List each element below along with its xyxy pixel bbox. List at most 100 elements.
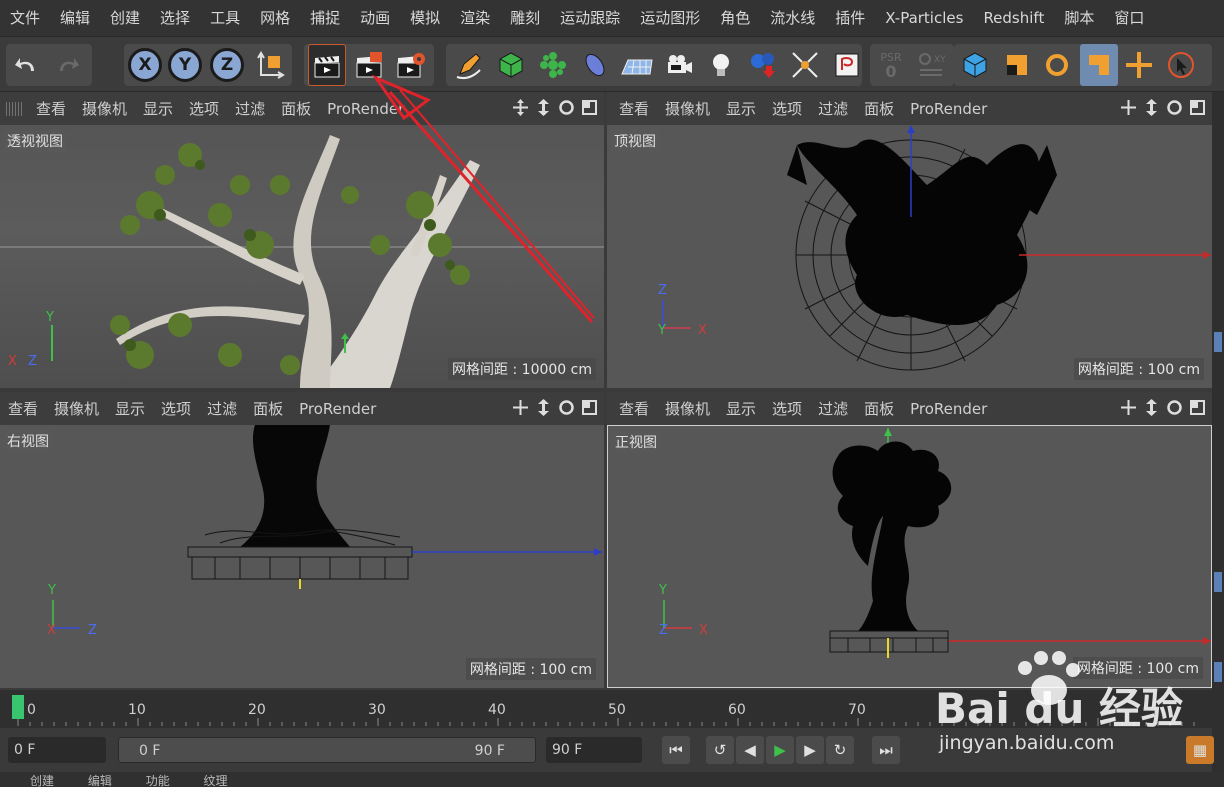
viewport-menu-filter[interactable]: 过滤 <box>810 98 856 119</box>
maximize-view-icon[interactable] <box>581 399 598 416</box>
viewport-front[interactable]: 查看 摄像机 显示 选项 过滤 面板 ProRender 正视图 Y Z X 网… <box>607 392 1212 688</box>
coordinate-lock-button[interactable]: XY <box>912 44 950 86</box>
live-selection-button[interactable] <box>1080 44 1118 86</box>
menu-file[interactable]: 文件 <box>0 0 50 36</box>
move-tool-button[interactable] <box>1120 44 1158 86</box>
maximize-view-icon[interactable] <box>581 99 598 116</box>
select-tool-button[interactable] <box>1162 44 1200 86</box>
play-button[interactable]: ▶ <box>766 736 794 764</box>
menu-plugins[interactable]: 插件 <box>825 0 875 36</box>
viewport-menu-display[interactable]: 显示 <box>107 398 153 419</box>
film-strip-button[interactable]: ▦ <box>1186 736 1214 764</box>
frame-range-slider[interactable]: 0 F 90 F <box>118 737 536 763</box>
viewport-menu-options[interactable]: 选项 <box>153 398 199 419</box>
lock-z-axis-button[interactable]: Z <box>210 48 244 82</box>
viewport-menu-display[interactable]: 显示 <box>718 398 764 419</box>
front-canvas[interactable]: 正视图 Y Z X 网格间距 : 100 cm <box>607 425 1212 688</box>
previous-frame-button[interactable]: ◀ <box>736 736 764 764</box>
menu-window[interactable]: 窗口 <box>1104 0 1154 36</box>
viewport-menu-panel[interactable]: 面板 <box>245 398 291 419</box>
right-canvas[interactable]: 右视图 Y X Z 网格间距 : 100 cm <box>0 425 604 688</box>
menu-redshift[interactable]: Redshift <box>973 0 1054 36</box>
menu-snap[interactable]: 捕捉 <box>300 0 350 36</box>
undo-button[interactable] <box>8 44 46 86</box>
material-button[interactable] <box>744 44 782 86</box>
bottom-tab-edit[interactable]: 编辑 <box>88 774 112 787</box>
menu-animate[interactable]: 动画 <box>350 0 400 36</box>
viewport-menu-prorender[interactable]: ProRender <box>902 100 995 118</box>
floor-button[interactable] <box>618 44 656 86</box>
move-view-icon[interactable] <box>1120 99 1137 116</box>
move-view-icon[interactable] <box>512 99 529 116</box>
rotate-view-icon[interactable] <box>558 99 575 116</box>
menu-render[interactable]: 渲染 <box>450 0 500 36</box>
rotate-tool-button[interactable] <box>1038 44 1076 86</box>
render-view-button[interactable] <box>308 44 346 86</box>
viewport-menu-options[interactable]: 选项 <box>764 398 810 419</box>
coordinate-system-button[interactable] <box>252 44 290 86</box>
menu-x-particles[interactable]: X-Particles <box>875 0 973 36</box>
render-to-picture-viewer-button[interactable] <box>350 44 388 86</box>
viewport-menu-panel[interactable]: 面板 <box>273 98 319 119</box>
top-canvas[interactable]: 顶视图 Z Y X 网格间距 : 100 cm <box>607 125 1212 388</box>
zoom-view-icon[interactable] <box>535 399 552 416</box>
bottom-tab-texture[interactable]: 纹理 <box>204 774 228 787</box>
viewport-menu-display[interactable]: 显示 <box>135 98 181 119</box>
mograph-cloner-button[interactable] <box>534 44 572 86</box>
viewport-menu-prorender[interactable]: ProRender <box>319 100 412 118</box>
menu-tools[interactable]: 工具 <box>200 0 250 36</box>
redo-button[interactable] <box>48 44 86 86</box>
zoom-view-icon[interactable] <box>535 99 552 116</box>
viewport-menu-prorender[interactable]: ProRender <box>291 400 384 418</box>
light-button[interactable] <box>702 44 740 86</box>
viewport-menu-display[interactable]: 显示 <box>718 98 764 119</box>
viewport-menu-filter[interactable]: 过滤 <box>199 398 245 419</box>
psr-button[interactable]: PSR 0 <box>872 44 910 86</box>
maximize-view-icon[interactable] <box>1189 99 1206 116</box>
go-to-end-button[interactable]: ⏭ <box>872 736 900 764</box>
scale-tool-button[interactable] <box>998 44 1036 86</box>
timeline-ruler[interactable]: 0 10 20 30 40 50 60 70 <box>0 690 1212 728</box>
viewport-menu-options[interactable]: 选项 <box>764 98 810 119</box>
pen-tool-button[interactable] <box>450 44 488 86</box>
viewport-menu-panel[interactable]: 面板 <box>856 398 902 419</box>
viewport-right[interactable]: 查看 摄像机 显示 选项 过滤 面板 ProRender 右视图 Y X Z 网… <box>0 392 604 688</box>
lock-x-axis-button[interactable]: X <box>128 48 162 82</box>
viewport-top[interactable]: 查看 摄像机 显示 选项 过滤 面板 ProRender 顶视图 Z Y X 网… <box>607 92 1212 388</box>
cube-object-button[interactable] <box>492 44 530 86</box>
next-key-button[interactable]: ↻ <box>826 736 854 764</box>
menu-select[interactable]: 选择 <box>150 0 200 36</box>
camera-button[interactable] <box>660 44 698 86</box>
previous-key-button[interactable]: ↺ <box>706 736 734 764</box>
menu-motion-tracking[interactable]: 运动跟踪 <box>550 0 630 36</box>
maximize-view-icon[interactable] <box>1189 399 1206 416</box>
menu-sculpt[interactable]: 雕刻 <box>500 0 550 36</box>
viewport-menu-camera[interactable]: 摄像机 <box>657 98 718 119</box>
model-mode-button[interactable] <box>956 44 994 86</box>
current-frame-field[interactable]: 0 F <box>8 737 106 763</box>
render-settings-button[interactable] <box>392 44 430 86</box>
playhead-marker[interactable] <box>12 695 24 719</box>
viewport-menu-filter[interactable]: 过滤 <box>810 398 856 419</box>
menu-script[interactable]: 脚本 <box>1054 0 1104 36</box>
viewport-menu-camera[interactable]: 摄像机 <box>46 398 107 419</box>
move-view-icon[interactable] <box>1120 399 1137 416</box>
rotate-view-icon[interactable] <box>558 399 575 416</box>
menu-character[interactable]: 角色 <box>710 0 760 36</box>
scene-explosion-button[interactable] <box>786 44 824 86</box>
move-view-icon[interactable] <box>512 399 529 416</box>
lock-y-axis-button[interactable]: Y <box>168 48 202 82</box>
drag-handle-icon[interactable] <box>6 101 24 116</box>
menu-create[interactable]: 创建 <box>100 0 150 36</box>
menu-edit[interactable]: 编辑 <box>50 0 100 36</box>
zoom-view-icon[interactable] <box>1143 399 1160 416</box>
menu-mesh[interactable]: 网格 <box>250 0 300 36</box>
viewport-perspective[interactable]: 查看 摄像机 显示 选项 过滤 面板 ProRender 透视视图 Y X Z … <box>0 92 604 388</box>
python-generator-button[interactable] <box>828 44 866 86</box>
rotate-view-icon[interactable] <box>1166 99 1183 116</box>
rotate-view-icon[interactable] <box>1166 399 1183 416</box>
menu-mograph[interactable]: 运动图形 <box>630 0 710 36</box>
viewport-menu-panel[interactable]: 面板 <box>856 98 902 119</box>
viewport-menu-options[interactable]: 选项 <box>181 98 227 119</box>
viewport-menu-view[interactable]: 查看 <box>611 398 657 419</box>
